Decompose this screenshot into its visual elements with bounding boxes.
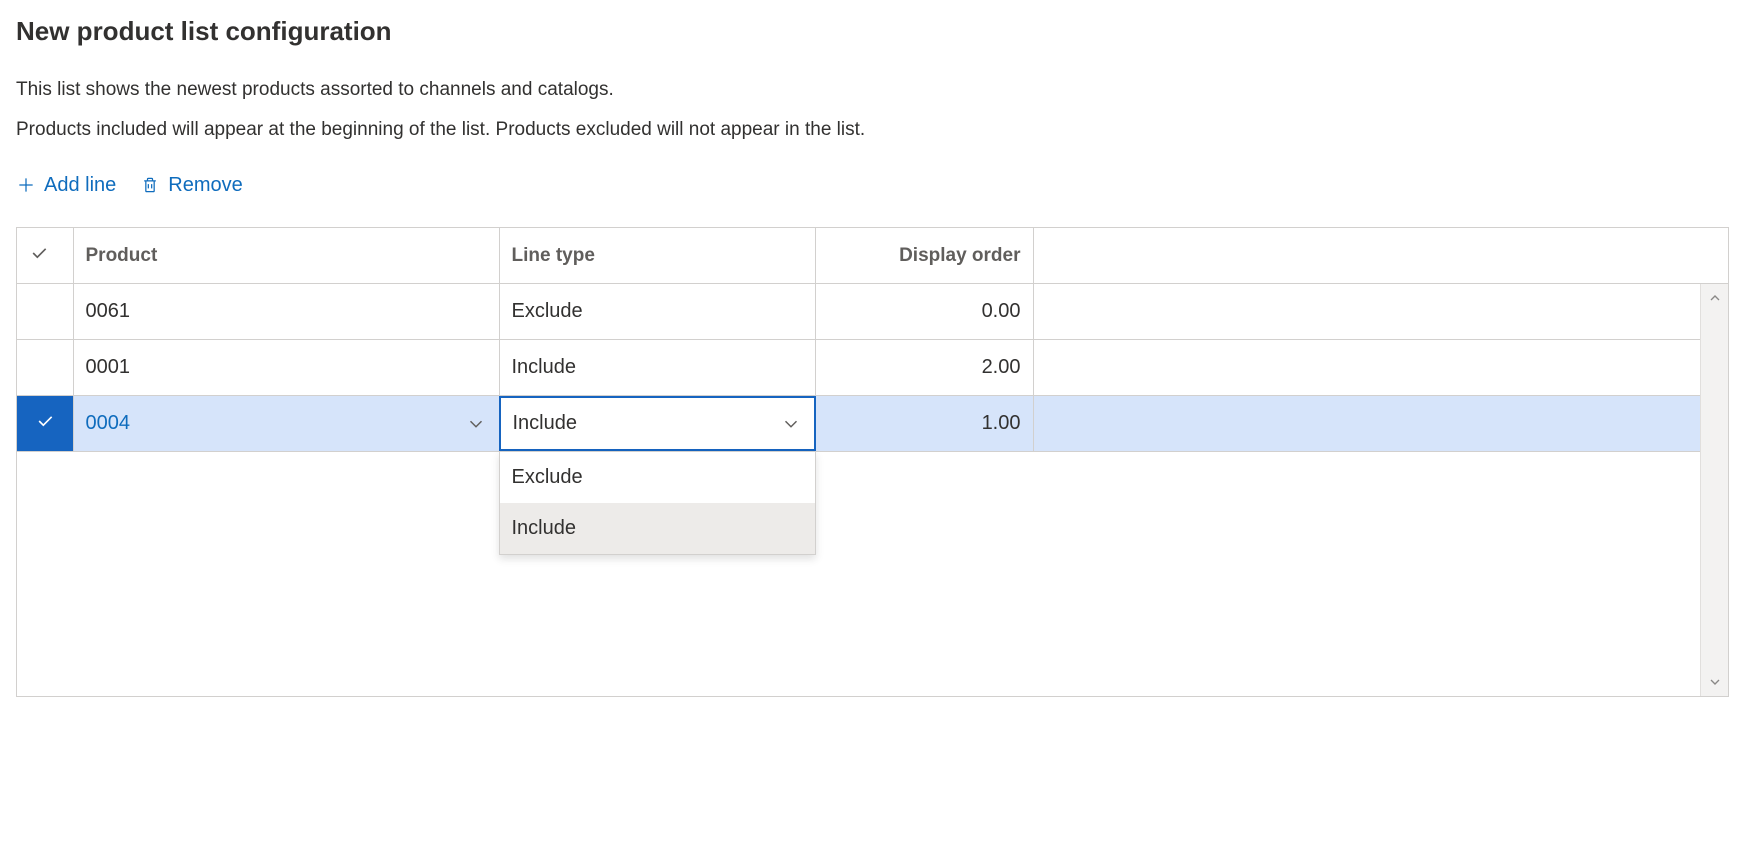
table-row[interactable]: 0061 Exclude 0.00 — [17, 284, 1728, 340]
product-cell[interactable]: 0061 — [73, 284, 499, 340]
product-cell[interactable]: 0001 — [73, 340, 499, 396]
select-all-header[interactable] — [17, 228, 73, 284]
description-line-1: This list shows the newest products asso… — [16, 75, 1729, 105]
remove-label: Remove — [168, 174, 242, 197]
product-value: 0004 — [86, 412, 131, 435]
chevron-down-icon[interactable] — [465, 413, 487, 435]
chevron-down-icon[interactable] — [780, 413, 802, 435]
page-title: New product list configuration — [16, 16, 1729, 47]
row-select-cell[interactable] — [17, 396, 73, 452]
product-cell[interactable]: 0004 — [73, 396, 499, 452]
column-header-product[interactable]: Product — [73, 228, 499, 284]
column-header-line-type[interactable]: Line type — [499, 228, 815, 284]
trash-icon — [140, 175, 160, 195]
row-select-cell[interactable] — [17, 340, 73, 396]
display-order-cell[interactable]: 2.00 — [815, 340, 1033, 396]
row-spacer — [1033, 284, 1728, 340]
chevron-down-icon[interactable] — [1707, 674, 1723, 690]
add-line-label: Add line — [44, 174, 116, 197]
vertical-scrollbar[interactable] — [1700, 284, 1728, 696]
page-description: This list shows the newest products asso… — [16, 75, 1729, 146]
row-spacer — [1033, 340, 1728, 396]
line-type-dropdown: Exclude Include — [499, 451, 816, 555]
display-order-cell[interactable]: 0.00 — [815, 284, 1033, 340]
product-grid: Product Line type Display order 0061 Exc… — [16, 227, 1729, 697]
line-type-cell[interactable]: Exclude — [499, 284, 815, 340]
grid-header-row: Product Line type Display order — [17, 228, 1728, 284]
line-type-cell[interactable]: Include — [499, 340, 815, 396]
row-spacer — [1033, 396, 1728, 452]
line-type-dropdown-field[interactable]: Include — [499, 396, 816, 451]
description-line-2: Products included will appear at the beg… — [16, 115, 1729, 145]
grid-toolbar: Add line Remove — [16, 174, 1729, 197]
remove-button[interactable]: Remove — [140, 174, 242, 197]
dropdown-option-include[interactable]: Include — [500, 503, 815, 554]
table-row[interactable]: 0004 Include Exclude Include 1.00 — [17, 396, 1728, 452]
column-header-display-order[interactable]: Display order — [815, 228, 1033, 284]
check-icon — [29, 243, 49, 263]
line-type-value: Include — [513, 412, 578, 435]
column-header-spacer — [1033, 228, 1728, 284]
display-order-cell[interactable]: 1.00 — [815, 396, 1033, 452]
dropdown-option-exclude[interactable]: Exclude — [500, 452, 815, 503]
add-line-button[interactable]: Add line — [16, 174, 116, 197]
table-row[interactable]: 0001 Include 2.00 — [17, 340, 1728, 396]
plus-icon — [16, 175, 36, 195]
row-select-cell[interactable] — [17, 284, 73, 340]
line-type-cell[interactable]: Include Exclude Include — [499, 396, 815, 452]
chevron-up-icon[interactable] — [1707, 290, 1723, 306]
check-icon — [35, 411, 55, 431]
